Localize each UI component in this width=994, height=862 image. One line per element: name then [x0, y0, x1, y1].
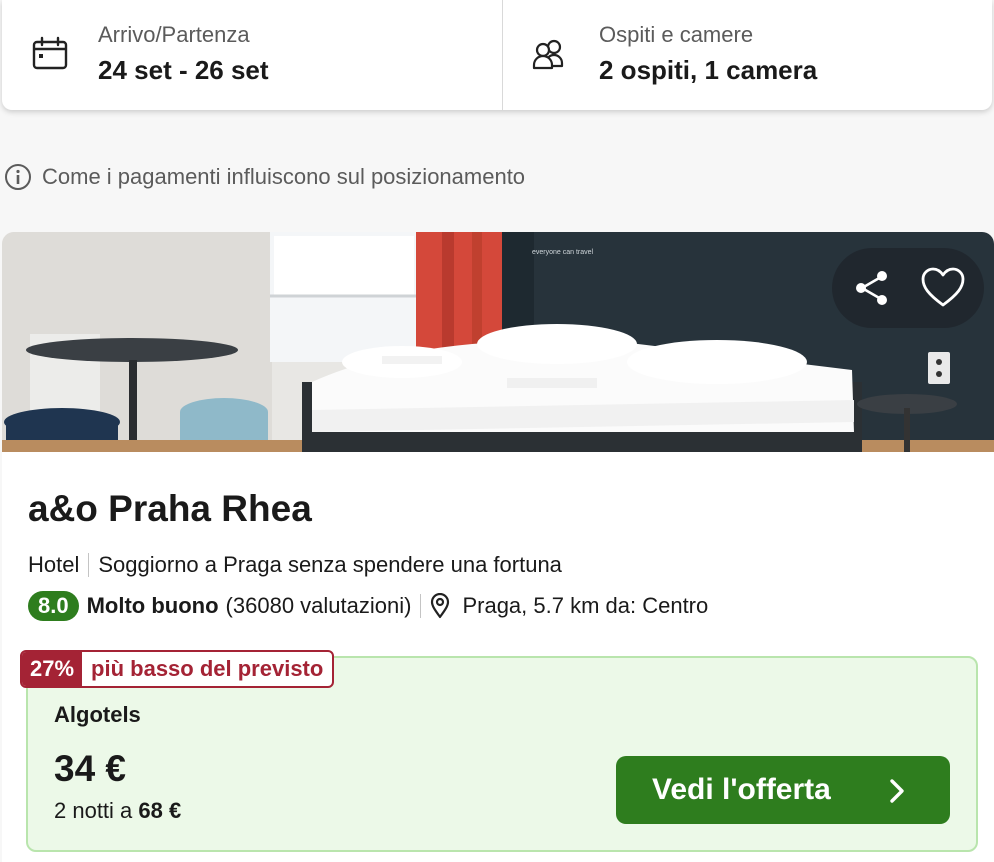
share-icon[interactable]: [850, 266, 894, 310]
badge-text: più basso del previsto: [91, 656, 324, 681]
dates-selector[interactable]: Arrivo/Partenza 24 set - 26 set: [2, 0, 503, 110]
search-summary-bar: Arrivo/Partenza 24 set - 26 set Ospiti e…: [2, 0, 992, 110]
price-drop-badge: 27% più basso del previsto: [20, 650, 335, 688]
divider: [88, 553, 90, 577]
total-price: 68 €: [138, 798, 182, 823]
dates-label: Arrivo/Partenza: [98, 22, 250, 47]
rating-count[interactable]: (36080 valutazioni): [226, 593, 412, 619]
deal-price: 34 €: [54, 748, 127, 789]
guests-label: Ospiti e camere: [599, 22, 754, 47]
deal-provider: Algotels: [54, 702, 141, 727]
view-offer-button[interactable]: Vedi l'offerta: [616, 756, 950, 824]
info-icon: [5, 164, 31, 190]
rating-label: Molto buono: [86, 593, 219, 618]
divider: [420, 594, 422, 618]
badge-percent: 27%: [22, 652, 83, 686]
dates-value: 24 set - 26 set: [98, 55, 269, 85]
location-pin-icon: [431, 593, 450, 619]
ranking-info-text: Come i pagamenti influiscono sul posizio…: [42, 164, 526, 189]
ranking-info-link[interactable]: Come i pagamenti influiscono sul posizio…: [4, 162, 525, 192]
rating-score-badge: 8.0: [28, 591, 79, 621]
total-prefix: 2 notti a: [54, 798, 133, 823]
rating-row: 8.0 Molto buono (36080 valutazioni) Prag…: [28, 590, 708, 622]
hotel-type: Hotel: [28, 552, 80, 577]
hotel-photo[interactable]: everyone can travel: [2, 232, 994, 452]
hotel-location[interactable]: Praga, 5.7 km da: Centro: [462, 593, 708, 619]
deal-total: 2 notti a 68 €: [54, 798, 181, 824]
hotel-card[interactable]: everyone can travel a&o Praha Rhea Hotel…: [2, 232, 994, 862]
heart-icon[interactable]: [920, 266, 966, 310]
users-icon: [532, 39, 564, 70]
hotel-tagline: Soggiorno a Praga senza spendere una for…: [98, 552, 562, 577]
guests-selector[interactable]: Ospiti e camere 2 ospiti, 1 camera: [503, 0, 992, 110]
photo-actions: [832, 248, 984, 328]
calendar-icon: [32, 36, 68, 70]
view-offer-label: Vedi l'offerta: [652, 773, 831, 806]
chevron-right-icon: [890, 779, 904, 803]
photo-caption: everyone can travel: [532, 249, 594, 256]
hotel-meta: Hotel Soggiorno a Praga senza spendere u…: [28, 552, 562, 578]
guests-value: 2 ospiti, 1 camera: [599, 55, 818, 85]
hotel-name[interactable]: a&o Praha Rhea: [28, 488, 312, 530]
